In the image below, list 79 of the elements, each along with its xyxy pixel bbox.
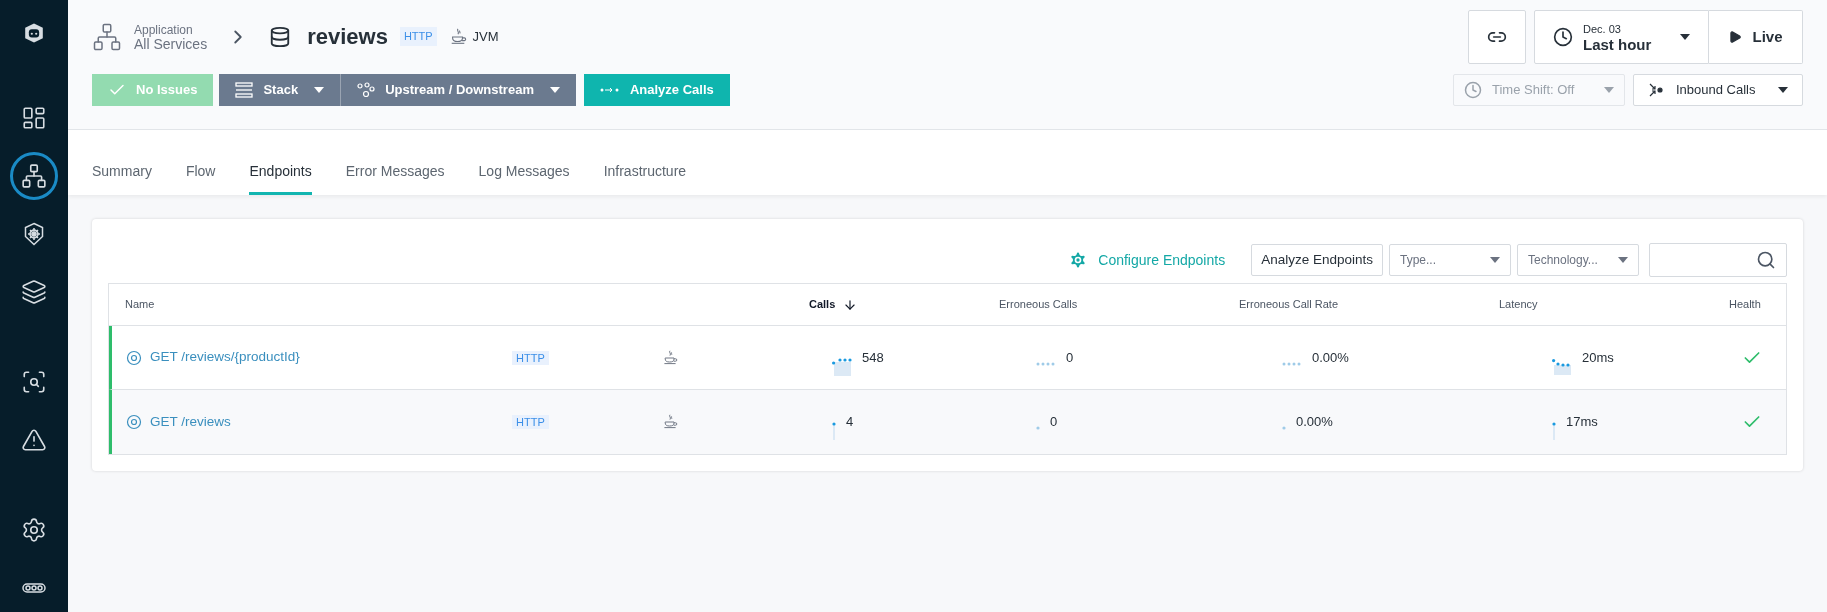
caret-icon bbox=[1604, 87, 1614, 93]
technology-dropdown[interactable]: Technology... bbox=[1517, 244, 1639, 276]
column-header[interactable]: Health bbox=[1729, 296, 1786, 313]
link-button[interactable] bbox=[1468, 10, 1526, 64]
error-rate-value: 0.00% bbox=[1296, 413, 1333, 432]
inbound-calls-dropdown[interactable]: Inbound Calls bbox=[1633, 74, 1803, 106]
table-row[interactable]: GET /reviews HTTP 4 0 0.00% 17ms bbox=[109, 390, 1786, 454]
search-icon bbox=[21, 369, 47, 395]
search-field[interactable] bbox=[1649, 243, 1787, 277]
caret-icon bbox=[1680, 34, 1690, 40]
table-row[interactable]: GET /reviews/{productId} HTTP 548 0 0.00% 20ms bbox=[109, 326, 1786, 390]
sparkline bbox=[1282, 361, 1302, 366]
tab[interactable]: Log Messages bbox=[478, 161, 570, 195]
sparkline bbox=[1036, 426, 1040, 430]
layers-icon bbox=[21, 279, 47, 305]
error-rate-value: 0.00% bbox=[1312, 348, 1349, 367]
calls-value: 548 bbox=[862, 348, 884, 367]
analyze-endpoints-button[interactable]: Analyze Endpoints bbox=[1251, 244, 1383, 276]
nodes-icon bbox=[357, 82, 376, 98]
caret-icon bbox=[1490, 257, 1500, 263]
breadcrumb-link[interactable]: All Services bbox=[134, 36, 208, 51]
calls-value: 4 bbox=[846, 413, 854, 432]
column-header[interactable]: Latency bbox=[1499, 296, 1729, 313]
caret-icon bbox=[1618, 257, 1628, 263]
range-label: Last hour bbox=[1583, 37, 1652, 53]
clock-icon bbox=[1553, 27, 1573, 47]
tab[interactable]: Endpoints bbox=[249, 161, 312, 195]
erroneous-calls-value: 0 bbox=[1066, 348, 1074, 367]
more-icon bbox=[22, 583, 46, 593]
protocol-tag: HTTP bbox=[399, 27, 437, 46]
tab[interactable]: Infrastructure bbox=[603, 161, 687, 195]
tab[interactable]: Error Messages bbox=[345, 161, 445, 195]
endpoint-link[interactable]: GET /reviews bbox=[150, 411, 231, 433]
search-icon bbox=[1756, 250, 1776, 270]
dots-arrow-icon bbox=[599, 86, 620, 94]
inbound-arrows-icon bbox=[1648, 82, 1664, 98]
sparkline bbox=[1552, 358, 1572, 375]
latency-value: 17ms bbox=[1566, 413, 1598, 432]
database-icon bbox=[269, 25, 292, 48]
play-icon bbox=[1728, 30, 1743, 44]
live-button[interactable]: Live bbox=[1709, 10, 1803, 64]
column-header[interactable]: Erroneous Calls bbox=[999, 296, 1239, 313]
coffee-cup-icon bbox=[662, 349, 678, 366]
settings-icon bbox=[21, 517, 47, 543]
protocol-tag: HTTP bbox=[512, 415, 549, 430]
caret-icon bbox=[549, 87, 560, 93]
applications-icon bbox=[21, 163, 47, 189]
sparkline bbox=[832, 357, 852, 376]
warning-icon bbox=[21, 427, 47, 453]
breadcrumb-label: Application bbox=[134, 22, 194, 37]
date-label: Dec. 03 bbox=[1583, 22, 1621, 37]
endpoint-link[interactable]: GET /reviews/{productId} bbox=[150, 347, 300, 368]
protocol-tag: HTTP bbox=[512, 350, 549, 365]
clock-icon bbox=[1464, 81, 1482, 99]
sparkline bbox=[1282, 426, 1286, 430]
services-icon bbox=[92, 21, 122, 52]
tab[interactable]: Flow bbox=[185, 161, 216, 195]
caret-icon bbox=[314, 87, 325, 93]
column-header[interactable]: Erroneous Call Rate bbox=[1239, 296, 1499, 313]
latency-value: 20ms bbox=[1582, 348, 1614, 367]
coffee-cup-icon bbox=[662, 414, 678, 430]
service-name: reviews bbox=[307, 23, 388, 51]
helm-wheel-icon bbox=[22, 222, 46, 246]
tab[interactable]: Summary bbox=[92, 161, 152, 195]
endpoint-icon bbox=[126, 349, 142, 366]
type-dropdown[interactable]: Type... bbox=[1389, 244, 1511, 276]
column-header[interactable]: Name bbox=[109, 296, 509, 313]
dashboard-icon bbox=[21, 105, 47, 131]
erroneous-calls-value: 0 bbox=[1050, 413, 1058, 432]
sidebar-item[interactable] bbox=[10, 152, 58, 200]
technology-label: JVM bbox=[472, 27, 499, 46]
time-range-dropdown[interactable]: Dec. 03 Last hour bbox=[1534, 10, 1709, 64]
sparkline bbox=[1036, 361, 1056, 366]
column-header[interactable]: Calls bbox=[809, 296, 999, 313]
caret-icon bbox=[1778, 87, 1788, 93]
dropdown-button[interactable]: Upstream / Downstream bbox=[340, 74, 576, 106]
dropdown-button[interactable]: Stack bbox=[219, 74, 341, 106]
stack-icon bbox=[235, 82, 254, 98]
endpoint-icon bbox=[126, 414, 142, 430]
